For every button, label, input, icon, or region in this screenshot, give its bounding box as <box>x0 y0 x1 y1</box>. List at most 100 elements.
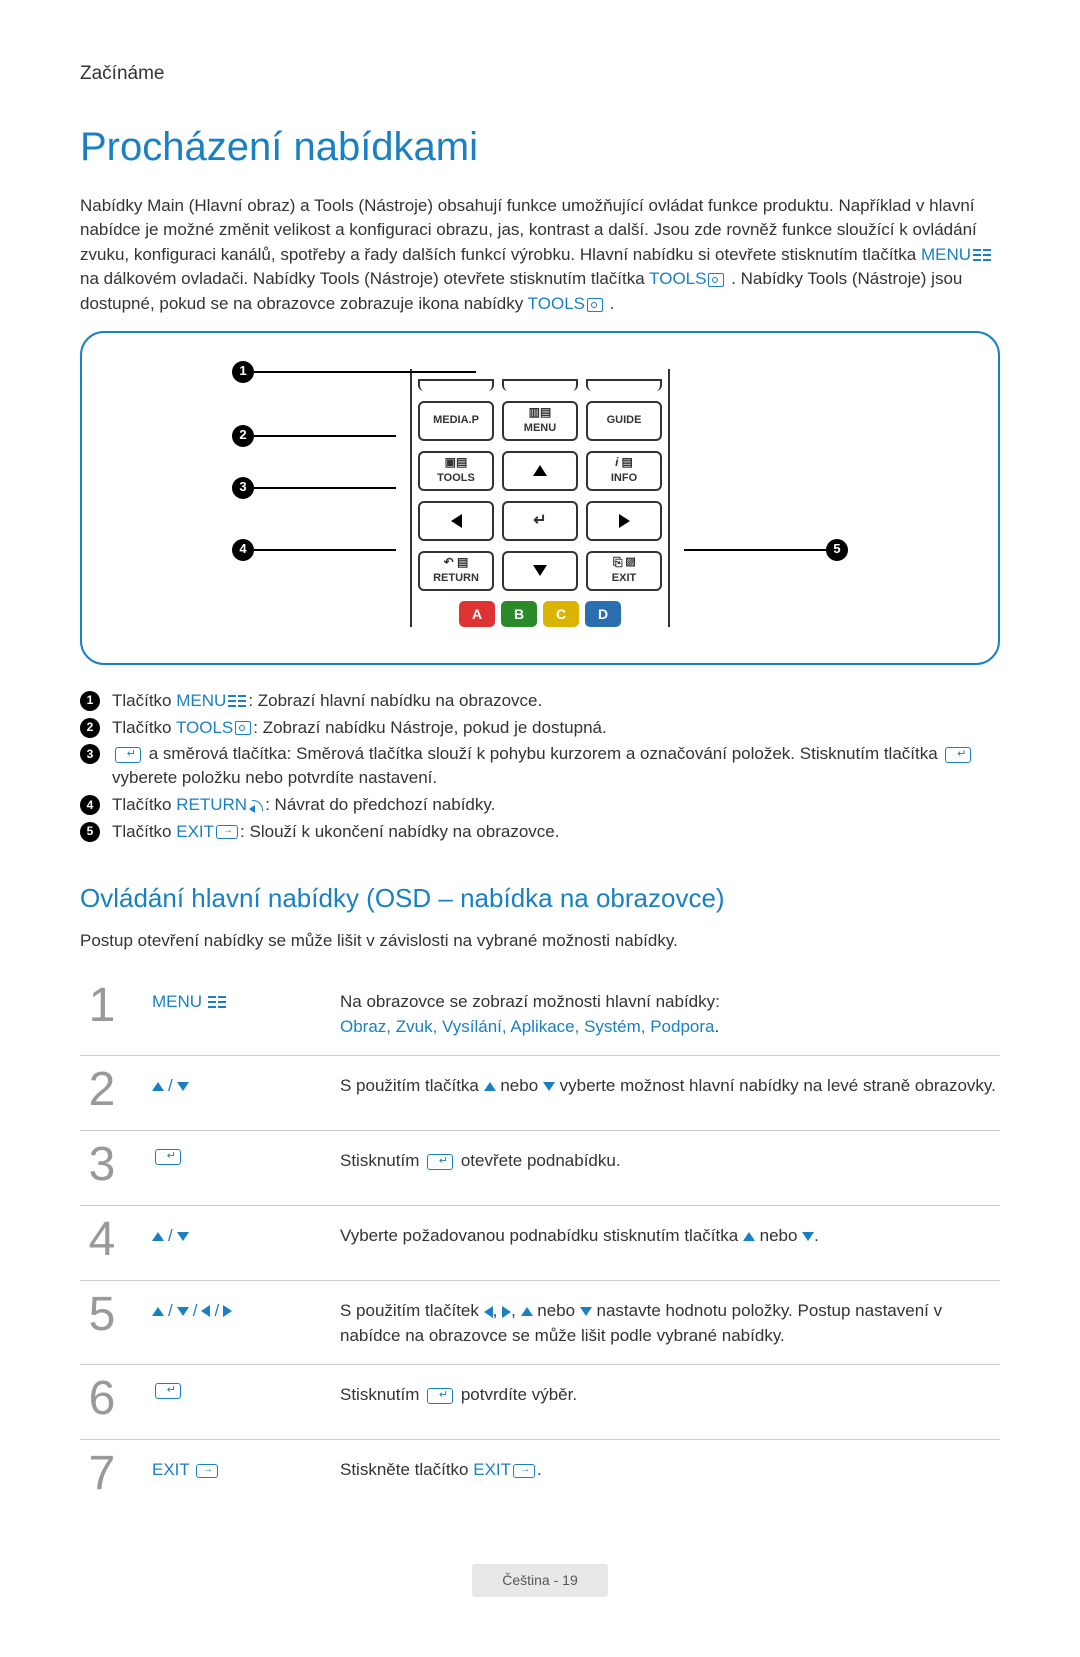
remote-tools-button: ▣▤ TOOLS <box>418 451 494 491</box>
remote-stub-button <box>418 379 494 391</box>
color-d-button: D <box>585 601 621 627</box>
step-row: 3 Stisknutím otevřete podnabídku. <box>80 1130 1000 1205</box>
triangle-up-icon <box>521 1307 533 1316</box>
remote-menu-button: ▥▤ MENU <box>502 401 578 441</box>
legend-item: 3 a směrová tlačítka: Směrová tlačítka s… <box>80 742 1000 790</box>
step-key <box>152 1141 312 1165</box>
callout-2: 2 <box>232 425 254 447</box>
step-number: 2 <box>80 1066 124 1114</box>
tools-icon <box>235 721 251 735</box>
legend-number-icon: 3 <box>80 744 100 764</box>
step-description: S použitím tlačítek , , nebo nastavte ho… <box>340 1291 1000 1348</box>
remote-guide-button: GUIDE <box>586 401 662 441</box>
steps-table: 1 MENU Na obrazovce se zobrazí možnosti … <box>80 972 1000 1515</box>
enter-icon <box>427 1388 453 1404</box>
step-number: 7 <box>80 1450 124 1498</box>
triangle-down-icon <box>802 1232 814 1241</box>
return-icon <box>249 798 263 812</box>
step-key: / <box>152 1066 312 1099</box>
triangle-up-icon <box>484 1082 496 1091</box>
step-description: Na obrazovce se zobrazí možnosti hlavní … <box>340 982 1000 1039</box>
triangle-down-icon <box>543 1082 555 1091</box>
exit-icon <box>513 1464 535 1478</box>
legend-number-icon: 2 <box>80 718 100 738</box>
menu-icon <box>228 695 246 707</box>
menu-icon <box>208 996 226 1008</box>
callout-1: 1 <box>232 361 254 383</box>
step-number: 6 <box>80 1375 124 1423</box>
legend-number-icon: 5 <box>80 822 100 842</box>
step-description: S použitím tlačítka nebo vyberte možnost… <box>340 1066 1000 1099</box>
tools-icon <box>587 298 603 312</box>
tools-keyword-2: TOOLS <box>528 294 585 313</box>
triangle-up-icon <box>152 1082 164 1091</box>
step-row: 4 / Vyberte požadovanou podnabídku stisk… <box>80 1205 1000 1280</box>
step-key <box>152 1375 312 1399</box>
legend-number-icon: 4 <box>80 795 100 815</box>
step-row: 6 Stisknutím potvrdíte výběr. <box>80 1364 1000 1439</box>
triangle-down-icon <box>533 565 547 576</box>
remote-right-button <box>586 501 662 541</box>
steps-intro: Postup otevření nabídky se může lišit v … <box>80 929 1000 954</box>
legend-item: 5 Tlačítko EXIT: Slouží k ukončení nabíd… <box>80 820 1000 844</box>
remote-left-button <box>418 501 494 541</box>
triangle-left-icon <box>201 1305 210 1317</box>
triangle-down-icon <box>177 1082 189 1091</box>
color-b-button: B <box>501 601 537 627</box>
intro-text-b: na dálkovém ovladači. Nabídky Tools (Nás… <box>80 269 649 288</box>
triangle-up-icon <box>152 1307 164 1316</box>
triangle-up-icon <box>152 1232 164 1241</box>
step-key: EXIT <box>152 1450 312 1483</box>
triangle-left-icon <box>484 1306 493 1318</box>
remote-body: MEDIA.P ▥▤ MENU GUIDE ▣▤ TOOLS i ▤ INFO <box>410 369 670 627</box>
legend-item: 4 Tlačítko RETURN: Návrat do předchozí n… <box>80 793 1000 817</box>
remote-up-button <box>502 451 578 491</box>
step-row: 1 MENU Na obrazovce se zobrazí možnosti … <box>80 972 1000 1055</box>
tools-icon <box>708 273 724 287</box>
menu-keyword: MENU <box>921 245 971 264</box>
section-label: Začínáme <box>80 60 1000 88</box>
enter-icon <box>945 747 971 763</box>
page-title: Procházení nabídkami <box>80 118 1000 176</box>
remote-down-button <box>502 551 578 591</box>
step-row: 2 / S použitím tlačítka nebo vyberte mož… <box>80 1055 1000 1130</box>
legend-list: 1 Tlačítko MENU: Zobrazí hlavní nabídku … <box>80 689 1000 844</box>
step-row: 7 EXIT Stiskněte tlačítko EXIT. <box>80 1439 1000 1514</box>
triangle-right-icon <box>619 514 630 528</box>
step-description: Stiskněte tlačítko EXIT. <box>340 1450 1000 1483</box>
enter-icon <box>427 1154 453 1170</box>
step-number: 1 <box>80 982 124 1030</box>
color-a-button: A <box>459 601 495 627</box>
callout-line <box>254 435 396 437</box>
triangle-down-icon <box>177 1232 189 1241</box>
triangle-down-icon <box>580 1307 592 1316</box>
remote-return-button: ↶ ▤ RETURN <box>418 551 494 591</box>
step-key: / / / <box>152 1291 312 1324</box>
intro-text-a: Nabídky Main (Hlavní obraz) a Tools (Nás… <box>80 196 977 264</box>
legend-number-icon: 1 <box>80 691 100 711</box>
legend-item: 1 Tlačítko MENU: Zobrazí hlavní nabídku … <box>80 689 1000 713</box>
subheading: Ovládání hlavní nabídky (OSD – nabídka n… <box>80 880 1000 918</box>
page-number: Čeština - 19 <box>472 1564 607 1596</box>
callout-5: 5 <box>826 539 848 561</box>
callout-line <box>254 371 476 373</box>
remote-info-button: i ▤ INFO <box>586 451 662 491</box>
legend-item: 2 Tlačítko TOOLS: Zobrazí nabídku Nástro… <box>80 716 1000 740</box>
step-number: 3 <box>80 1141 124 1189</box>
enter-icon <box>115 747 141 763</box>
exit-icon <box>196 1464 218 1478</box>
step-number: 5 <box>80 1291 124 1339</box>
triangle-left-icon <box>451 514 462 528</box>
remote-mediap-button: MEDIA.P <box>418 401 494 441</box>
remote-stub-button <box>586 379 662 391</box>
triangle-up-icon <box>743 1232 755 1241</box>
step-number: 4 <box>80 1216 124 1264</box>
remote-enter-button: ↵ <box>502 501 578 541</box>
step-row: 5 / / / S použitím tlačítek , , nebo nas… <box>80 1280 1000 1364</box>
color-c-button: C <box>543 601 579 627</box>
triangle-right-icon <box>223 1305 232 1317</box>
step-key: / <box>152 1216 312 1249</box>
remote-exit-button: ⎘ ▨ EXIT <box>586 551 662 591</box>
tools-keyword: TOOLS <box>649 269 706 288</box>
callout-line <box>684 549 826 551</box>
